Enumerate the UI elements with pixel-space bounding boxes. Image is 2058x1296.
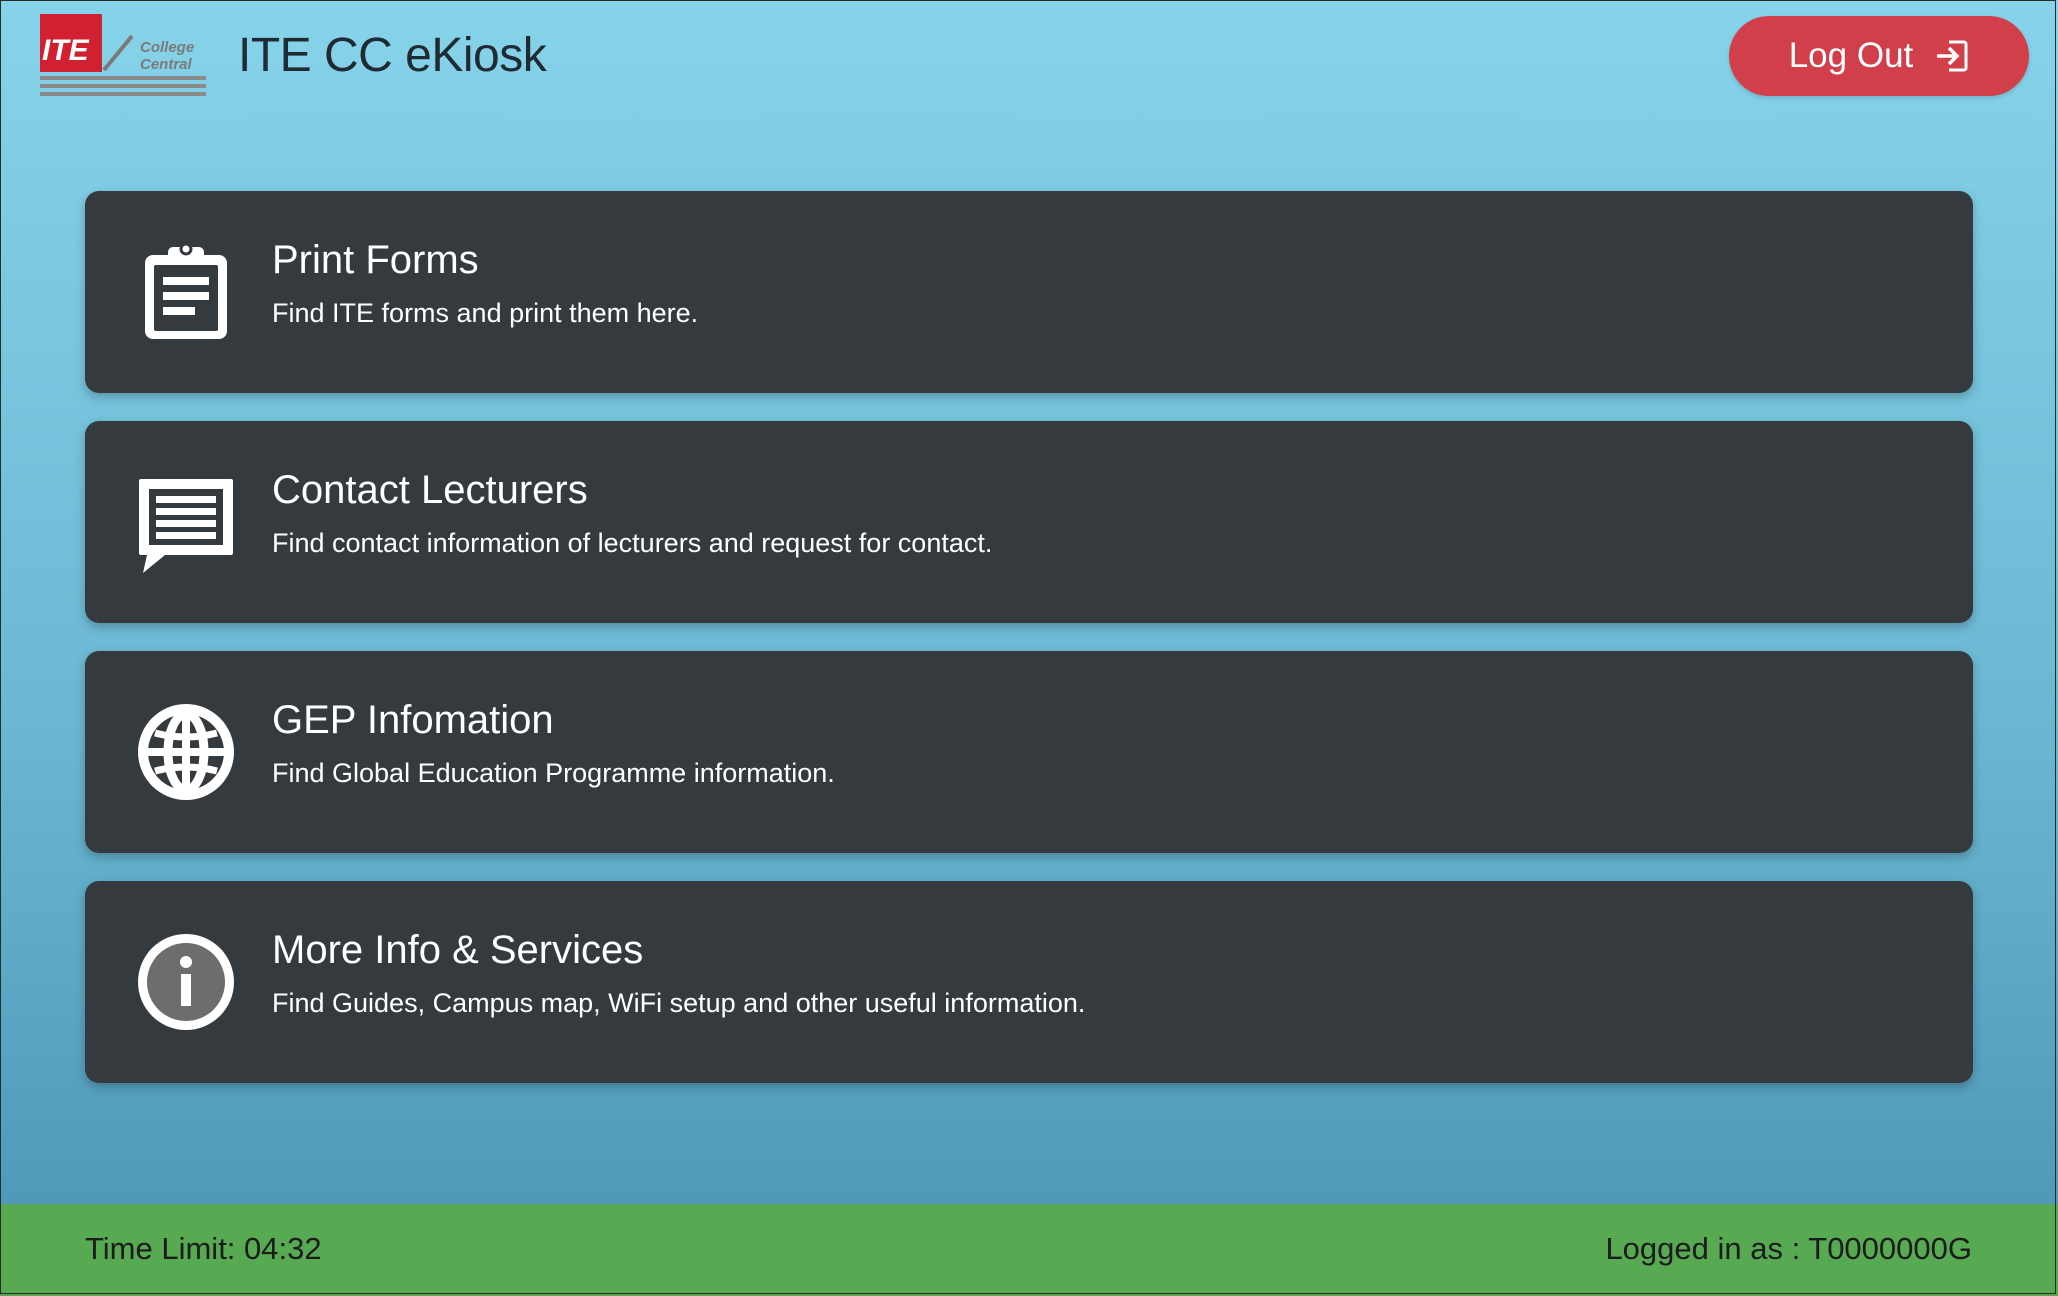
- card-title: More Info & Services: [272, 928, 644, 972]
- app-title: ITE CC eKiosk: [238, 29, 547, 82]
- print-forms-card[interactable]: Print Forms Find ITE forms and print the…: [85, 191, 1973, 393]
- header: ITE College Central ITE CC eKiosk Log Ou…: [0, 0, 2058, 118]
- clipboard-icon: [135, 241, 237, 343]
- ite-college-central-logo: ITE College Central: [40, 14, 206, 98]
- card-description: Find Global Education Programme informat…: [272, 758, 835, 788]
- card-description: Find ITE forms and print them here.: [272, 298, 699, 328]
- logout-label: Log Out: [1788, 36, 1914, 75]
- card-title: Contact Lecturers: [272, 468, 588, 512]
- logout-button[interactable]: Log Out: [1729, 16, 2029, 96]
- globe-icon: [135, 701, 237, 803]
- svg-text:Central: Central: [140, 56, 193, 73]
- card-description: Find Guides, Campus map, WiFi setup and …: [272, 988, 1086, 1018]
- logged-in-user: Logged in as : T0000000G: [1605, 1231, 1972, 1266]
- contact-lecturers-card[interactable]: Contact Lecturers Find contact informati…: [85, 421, 1973, 623]
- menu-cards: Print Forms Find ITE forms and print the…: [85, 191, 1973, 1111]
- time-limit: Time Limit: 04:32: [85, 1231, 322, 1266]
- svg-text:College: College: [140, 39, 194, 56]
- gep-information-card[interactable]: GEP Infomation Find Global Education Pro…: [85, 651, 1973, 853]
- chat-bubble-icon: [135, 471, 237, 573]
- card-description: Find contact information of lecturers an…: [272, 528, 993, 558]
- status-footer: Time Limit: 04:32 Logged in as : T000000…: [0, 1204, 2058, 1296]
- sign-out-icon: [1935, 39, 1969, 73]
- svg-text:ITE: ITE: [42, 34, 90, 67]
- more-info-services-card[interactable]: More Info & Services Find Guides, Campus…: [85, 881, 1973, 1083]
- info-icon: [135, 931, 237, 1033]
- card-title: GEP Infomation: [272, 698, 554, 742]
- card-title: Print Forms: [272, 238, 479, 282]
